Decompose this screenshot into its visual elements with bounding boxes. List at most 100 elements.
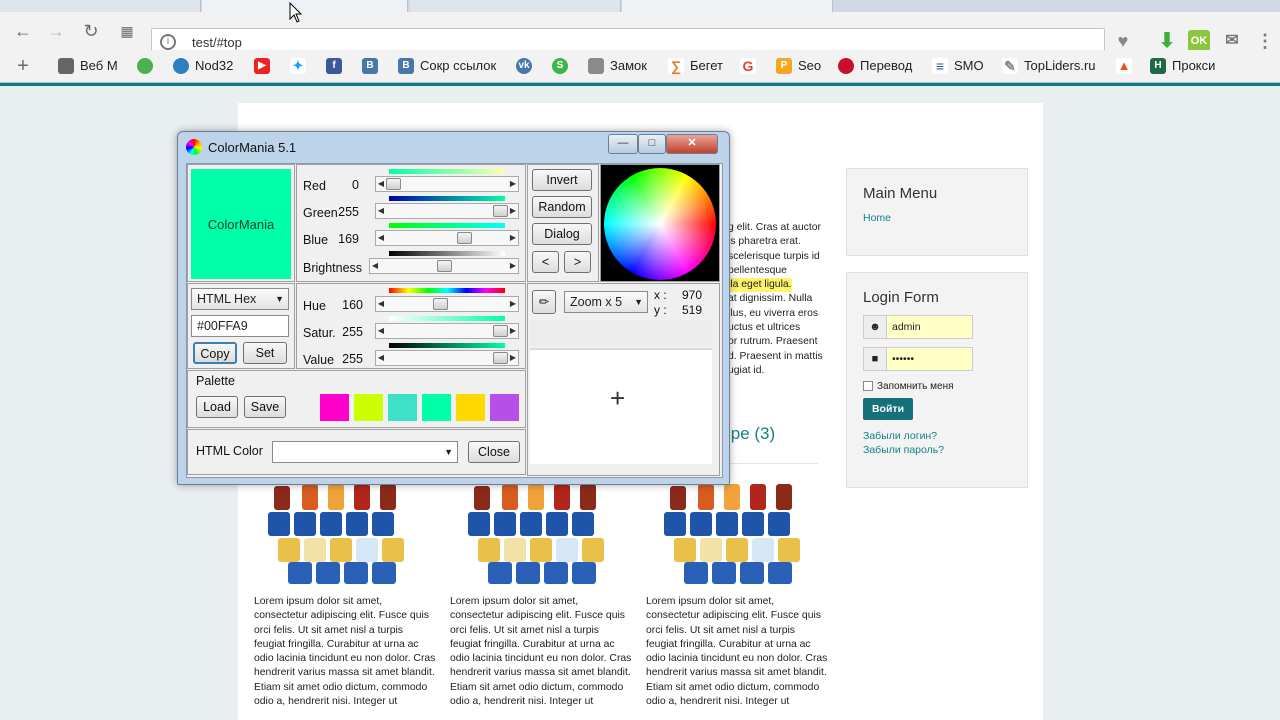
bookmark-item[interactable]: B xyxy=(362,58,384,74)
bookmark-item[interactable]: H Прокси xyxy=(1150,58,1215,74)
mail-icon[interactable]: ✉ xyxy=(1221,30,1243,52)
palette-swatch[interactable] xyxy=(354,394,383,421)
colormania-body: ColorMania Red 0 ◀ ▶ Green 255 ◀ ▶ Blue 16… xyxy=(186,163,723,478)
palette-swatch[interactable] xyxy=(320,394,349,421)
slider-left-arrow-icon[interactable]: ◀ xyxy=(376,324,386,338)
bookmark-item[interactable]: P Seo xyxy=(776,58,821,74)
slider-right-arrow-icon[interactable]: ▶ xyxy=(508,204,518,218)
palette-swatch[interactable] xyxy=(422,394,451,421)
bookmark-item[interactable]: Веб М xyxy=(58,58,118,74)
bookmark-item[interactable]: S xyxy=(552,58,574,74)
palette-swatch[interactable] xyxy=(490,394,519,421)
slider-left-arrow-icon[interactable]: ◀ xyxy=(376,297,386,311)
bookmark-item[interactable] xyxy=(137,58,159,74)
browser-tab[interactable] xyxy=(410,0,621,12)
hue-slider[interactable]: ◀ ▶ xyxy=(375,296,519,312)
slider-right-arrow-icon[interactable]: ▶ xyxy=(508,324,518,338)
minimize-button[interactable]: — xyxy=(608,134,638,154)
slider-right-arrow-icon[interactable]: ▶ xyxy=(508,297,518,311)
random-button[interactable]: Random xyxy=(532,196,592,218)
site-info-icon[interactable]: i xyxy=(160,34,176,50)
password-field[interactable]: ■ •••••• xyxy=(863,347,973,371)
value-slider[interactable]: ◀ ▶ xyxy=(375,350,519,366)
odnoklassniki-icon[interactable]: OK xyxy=(1188,30,1210,52)
copy-button[interactable]: Copy xyxy=(193,342,237,364)
slider-left-arrow-icon[interactable]: ◀ xyxy=(376,204,386,218)
red-slider-thumb[interactable] xyxy=(386,178,401,190)
bookmark-item[interactable]: ∑ Бегет xyxy=(668,58,723,74)
next-button[interactable]: > xyxy=(564,251,591,273)
zoom-dropdown[interactable]: Zoom x 5 ▼ xyxy=(564,291,648,313)
blue-slider-thumb[interactable] xyxy=(456,232,472,244)
bookmark-item[interactable]: f xyxy=(326,58,348,74)
slider-right-arrow-icon[interactable]: ▶ xyxy=(508,259,518,273)
product-image[interactable] xyxy=(466,478,616,588)
download-icon[interactable]: ⬇ xyxy=(1156,30,1178,52)
magnifier-view[interactable]: + xyxy=(530,348,712,464)
close-window-button[interactable]: ✕ xyxy=(666,134,718,154)
red-slider[interactable]: ◀ ▶ xyxy=(375,176,519,192)
slider-right-arrow-icon[interactable]: ▶ xyxy=(508,351,518,365)
heart-icon[interactable]: ♥ xyxy=(1112,30,1134,52)
brightness-slider-thumb[interactable] xyxy=(436,260,452,272)
menu-icon[interactable]: ⋮ xyxy=(1254,30,1276,52)
product-image[interactable] xyxy=(266,478,416,588)
browser-tab[interactable] xyxy=(622,0,833,12)
browser-tab[interactable] xyxy=(0,0,201,12)
username-field[interactable]: ☻ admin xyxy=(863,315,973,339)
brightness-slider[interactable]: ◀ ▶ xyxy=(369,258,519,274)
back-icon[interactable]: ← xyxy=(12,20,34,42)
close-button[interactable]: Close xyxy=(468,441,520,463)
forward-icon[interactable]: → xyxy=(45,20,67,42)
format-dropdown[interactable]: HTML Hex ▼ xyxy=(191,288,289,310)
bookmark-item[interactable]: Nod32 xyxy=(173,58,233,74)
bookmark-item[interactable]: ▲ xyxy=(1116,58,1138,74)
slider-left-arrow-icon[interactable]: ◀ xyxy=(370,259,380,273)
remember-checkbox[interactable] xyxy=(863,381,873,392)
bookmark-item[interactable]: vk xyxy=(516,58,538,74)
saturation-slider[interactable]: ◀ ▶ xyxy=(375,323,519,339)
invert-button[interactable]: Invert xyxy=(532,169,592,191)
slider-left-arrow-icon[interactable]: ◀ xyxy=(376,351,386,365)
remember-me[interactable]: Запомнить меня xyxy=(863,381,954,392)
bookmark-item[interactable]: G xyxy=(740,58,762,74)
hex-input[interactable]: #00FFA9 xyxy=(191,315,289,337)
reload-icon[interactable]: ↻ xyxy=(80,20,102,42)
bookmark-item[interactable]: ▶ xyxy=(254,58,276,74)
load-palette-button[interactable]: Load xyxy=(196,396,238,418)
palette-swatch[interactable] xyxy=(456,394,485,421)
maximize-button[interactable]: □ xyxy=(638,134,666,154)
slider-left-arrow-icon[interactable]: ◀ xyxy=(376,177,386,191)
slider-right-arrow-icon[interactable]: ▶ xyxy=(508,177,518,191)
green-slider-thumb[interactable] xyxy=(493,205,508,217)
green-slider[interactable]: ◀ ▶ xyxy=(375,203,519,219)
save-palette-button[interactable]: Save xyxy=(244,396,286,418)
hue-slider-thumb[interactable] xyxy=(433,298,449,310)
bookmark-item[interactable]: ✦ xyxy=(290,58,312,74)
eyedropper-icon[interactable]: ✏ xyxy=(532,290,556,314)
set-button[interactable]: Set xyxy=(243,342,287,364)
bookmark-item[interactable]: B Сокр ссылок xyxy=(398,58,496,74)
bookmark-item[interactable]: ✎ TopLiders.ru xyxy=(1002,58,1096,74)
blue-slider[interactable]: ◀ ▶ xyxy=(375,230,519,246)
palette-swatch[interactable] xyxy=(388,394,417,421)
dialog-button[interactable]: Dialog xyxy=(532,223,592,245)
slider-right-arrow-icon[interactable]: ▶ xyxy=(508,231,518,245)
browser-tab-active[interactable] xyxy=(202,0,408,12)
add-bookmark-icon[interactable]: + xyxy=(12,55,34,77)
saturation-slider-thumb[interactable] xyxy=(493,325,508,337)
home-link[interactable]: Home xyxy=(863,212,891,224)
value-slider-thumb[interactable] xyxy=(493,352,508,364)
product-image[interactable] xyxy=(662,478,812,588)
color-wheel[interactable] xyxy=(604,168,716,280)
bookmark-item[interactable]: Замок xyxy=(588,58,647,74)
forgot-password-link[interactable]: Забыли пароль? xyxy=(863,444,944,456)
slider-left-arrow-icon[interactable]: ◀ xyxy=(376,231,386,245)
html-color-dropdown[interactable]: ▼ xyxy=(272,441,458,463)
login-submit-button[interactable]: Войти xyxy=(863,398,913,420)
apps-grid-icon[interactable]: ▦ xyxy=(116,20,138,42)
forgot-login-link[interactable]: Забыли логин? xyxy=(863,430,937,442)
previous-button[interactable]: < xyxy=(532,251,559,273)
bookmark-item[interactable]: Перевод xyxy=(838,58,912,74)
bookmark-item[interactable]: ≡ SMO xyxy=(932,58,984,74)
